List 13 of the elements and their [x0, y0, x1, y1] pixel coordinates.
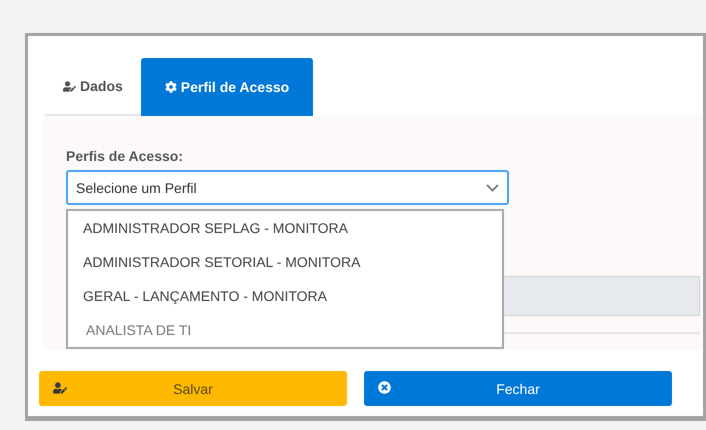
close-button[interactable]: Fechar	[364, 371, 672, 406]
close-icon	[378, 381, 391, 394]
chevron-down-icon	[486, 184, 499, 192]
profile-select[interactable]: Selecione um Perfil	[66, 170, 509, 205]
gear-icon	[164, 81, 177, 93]
tab[interactable]: Perfil de Acesso	[140, 58, 314, 116]
dropdown-option[interactable]: ADMINISTRADOR SEPLAG - MONITORA	[68, 217, 502, 251]
field-label: Perfis de Acesso:	[66, 148, 184, 164]
user-edit-icon	[53, 381, 67, 395]
dropdown-option[interactable]: ADMINISTRADOR SETORIAL - MONITORA	[68, 251, 502, 285]
save-button[interactable]: Salvar	[39, 371, 347, 406]
user-edit-icon	[63, 80, 76, 92]
dropdown-option[interactable]: GERAL - LANÇAMENTO - MONITORA	[68, 285, 502, 319]
